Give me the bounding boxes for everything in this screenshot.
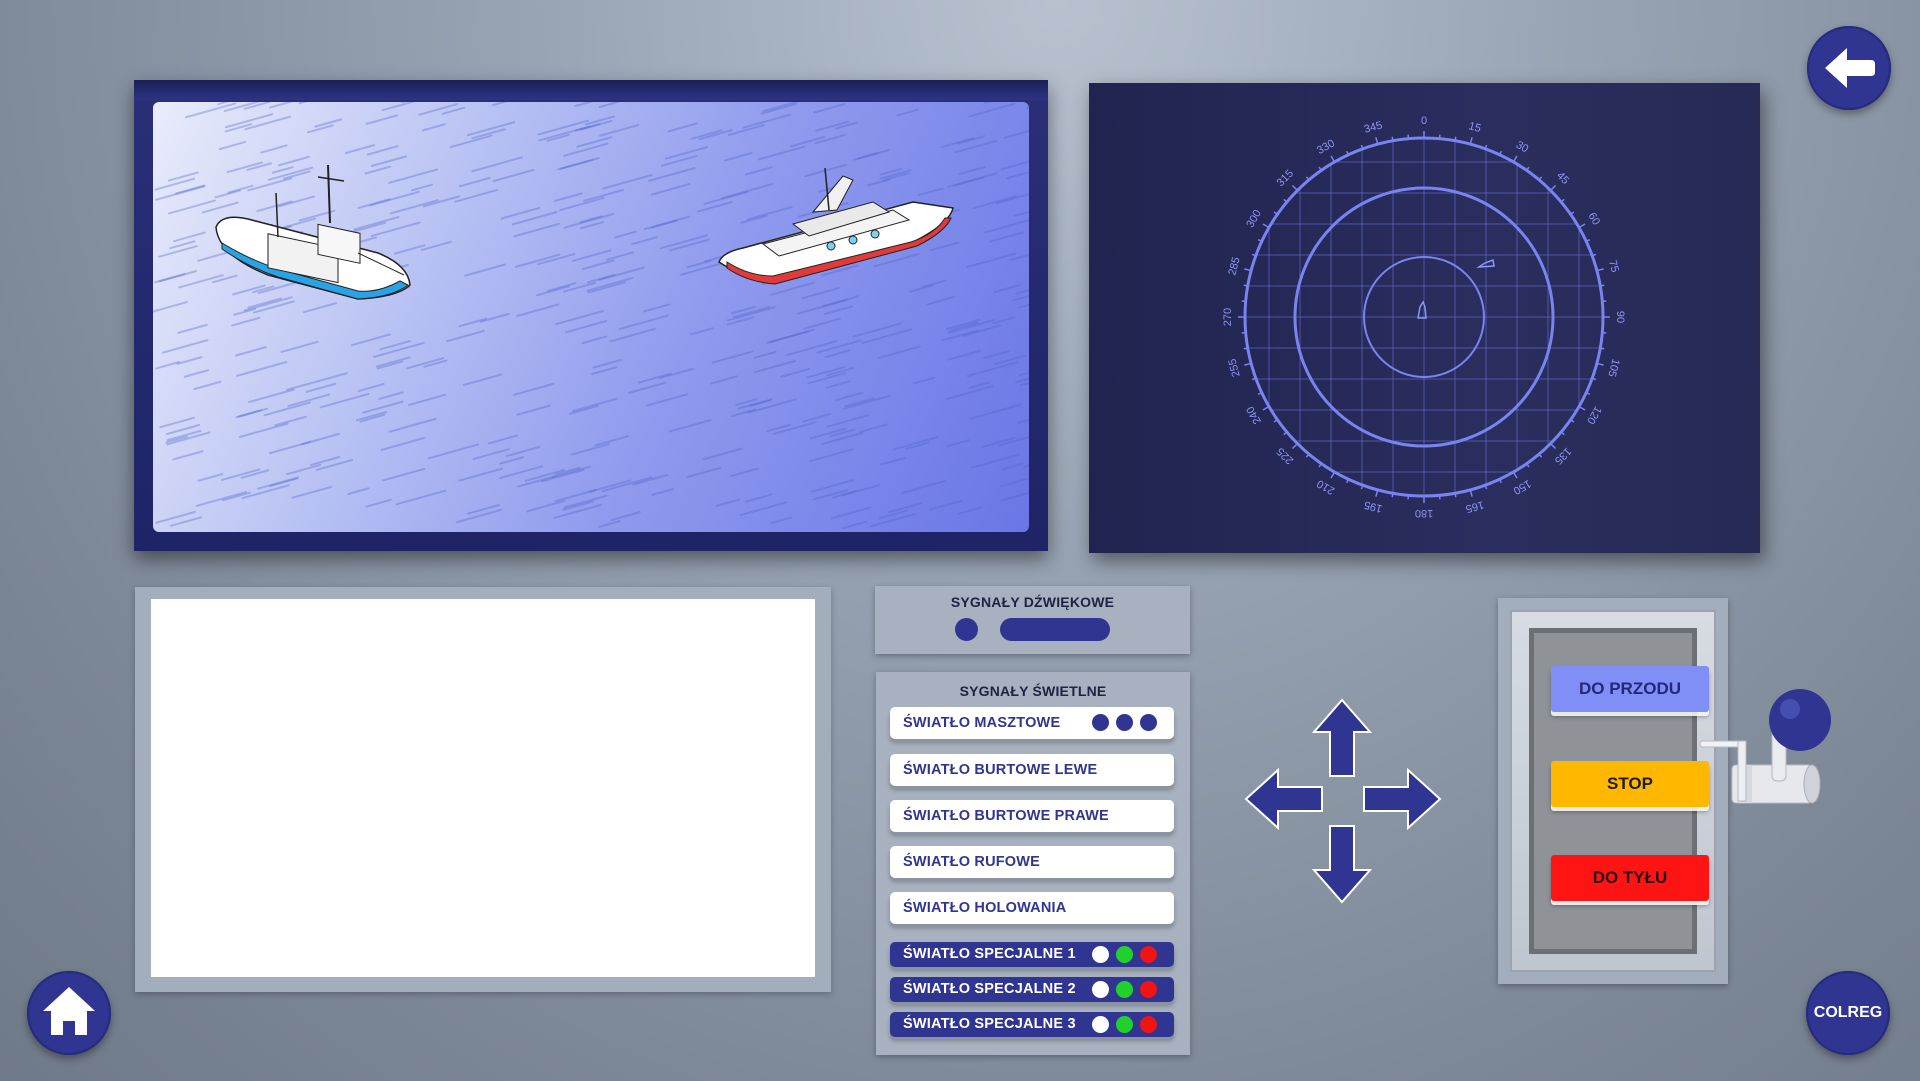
port-sidelight-button[interactable]: ŚWIATŁO BURTOWE LEWE [890,754,1174,786]
bearing-label: 330 [1315,137,1337,157]
sound-signals-panel: SYGNAŁY DŹWIĘKOWE [875,586,1190,654]
red-light-dot [1140,946,1157,963]
towing-light-button[interactable]: ŚWIATŁO HOLOWANIA [890,892,1174,924]
arrow-up-icon [1312,698,1372,777]
mast-light-dot-1 [1092,714,1109,731]
bearing-label: 240 [1244,404,1264,426]
bearing-label: 345 [1363,119,1384,135]
short-blast-button[interactable] [955,618,978,641]
message-area [151,599,815,977]
stop-button[interactable]: STOP [1551,761,1709,807]
bearing-label: 15 [1467,120,1482,135]
light-label: ŚWIATŁO SPECJALNE 1 [903,946,1076,962]
arrow-down-button[interactable] [1312,824,1372,904]
radar-display: 0 153045607590105120135150165180195210225… [1222,115,1626,519]
bearing-label: 180 [1415,507,1433,519]
green-light-dot [1116,946,1133,963]
arrow-down-icon [1312,825,1372,904]
light-label: ŚWIATŁO SPECJALNE 3 [903,1016,1076,1032]
colreg-button[interactable]: COLREG [1806,971,1890,1055]
bearing-label: 165 [1464,498,1485,514]
light-label: ŚWIATŁO BURTOWE PRAWE [903,808,1109,824]
bearing-label: 195 [1363,498,1384,514]
special-light-1-button[interactable]: ŚWIATŁO SPECJALNE 1 [890,942,1174,967]
bearing-label: 90 [1614,311,1626,323]
green-light-dot [1116,981,1133,998]
arrow-left-button[interactable] [1244,768,1324,830]
sea-view [153,102,1029,532]
arrow-left-icon [1825,48,1875,88]
bearing-label: 75 [1606,259,1621,274]
arrow-up-button[interactable] [1312,698,1372,778]
bearing-label: 45 [1554,170,1571,187]
light-label: ŚWIATŁO MASZTOWE [903,715,1061,731]
long-blast-button[interactable] [1000,618,1110,641]
ship-other-vessel [718,167,954,285]
red-light-dot [1140,981,1157,998]
bearing-label: 120 [1584,404,1604,426]
own-ship-marker [1417,300,1427,319]
stern-light-button[interactable]: ŚWIATŁO RUFOWE [890,846,1174,878]
message-panel [135,587,831,992]
bearing-label: 300 [1244,208,1264,230]
bearing-label: 150 [1511,477,1533,497]
light-label: ŚWIATŁO SPECJALNE 2 [903,981,1076,997]
bearing-label: 285 [1226,256,1242,277]
bearing-label: 270 [1222,308,1234,326]
lever-knob [1769,689,1831,751]
astern-button[interactable]: DO TYŁU [1551,855,1709,901]
green-light-dot [1116,1016,1133,1033]
bearing-label: 210 [1315,477,1337,497]
white-light-dot [1092,981,1109,998]
telegraph-housing: DO PRZODU STOP DO TYŁU [1529,628,1709,954]
special-light-3-button[interactable]: ŚWIATŁO SPECJALNE 3 [890,1012,1174,1037]
light-label: ŚWIATŁO RUFOWE [903,854,1041,870]
bearing-label: 105 [1605,357,1621,378]
light-signals-panel: SYGNAŁY ŚWIETLNE ŚWIATŁO MASZTOWE ŚWIATŁ… [876,672,1190,1055]
mast-light-dot-3 [1140,714,1157,731]
ahead-button[interactable]: DO PRZODU [1551,666,1709,712]
bearing-label: 30 [1514,139,1531,156]
bearing-label: 255 [1226,357,1242,378]
red-light-dot [1140,1016,1157,1033]
back-button[interactable] [1807,26,1891,110]
white-light-dot [1092,946,1109,963]
starboard-sidelight-button[interactable]: ŚWIATŁO BURTOWE PRAWE [890,800,1174,832]
light-label: ŚWIATŁO BURTOWE LEWE [903,762,1098,778]
arrow-right-button[interactable] [1362,768,1442,830]
mast-light-dot-2 [1116,714,1133,731]
arrow-left-icon [1244,768,1323,830]
special-light-2-button[interactable]: ŚWIATŁO SPECJALNE 2 [890,977,1174,1002]
home-button[interactable] [27,971,111,1055]
bearing-label: 0 [1421,115,1427,127]
sound-signals-title: SYGNAŁY DŹWIĘKOWE [950,594,1115,610]
light-label: ŚWIATŁO HOLOWANIA [903,900,1067,916]
sea-view-frame [134,80,1048,551]
throttle-lever[interactable] [1690,685,1840,825]
white-light-dot [1092,1016,1109,1033]
ship-own-tug [215,164,411,300]
arrow-right-icon [1363,768,1442,830]
mast-light-button[interactable]: ŚWIATŁO MASZTOWE [890,707,1174,739]
home-icon [43,987,95,1035]
radar-panel: 0 15 30 45 60 75 90 105 120 135 150 165 180 195 210 225… [1089,83,1760,553]
light-signals-title: SYGNAŁY ŚWIETLNE [959,683,1107,699]
bearing-label: 60 [1586,211,1603,228]
